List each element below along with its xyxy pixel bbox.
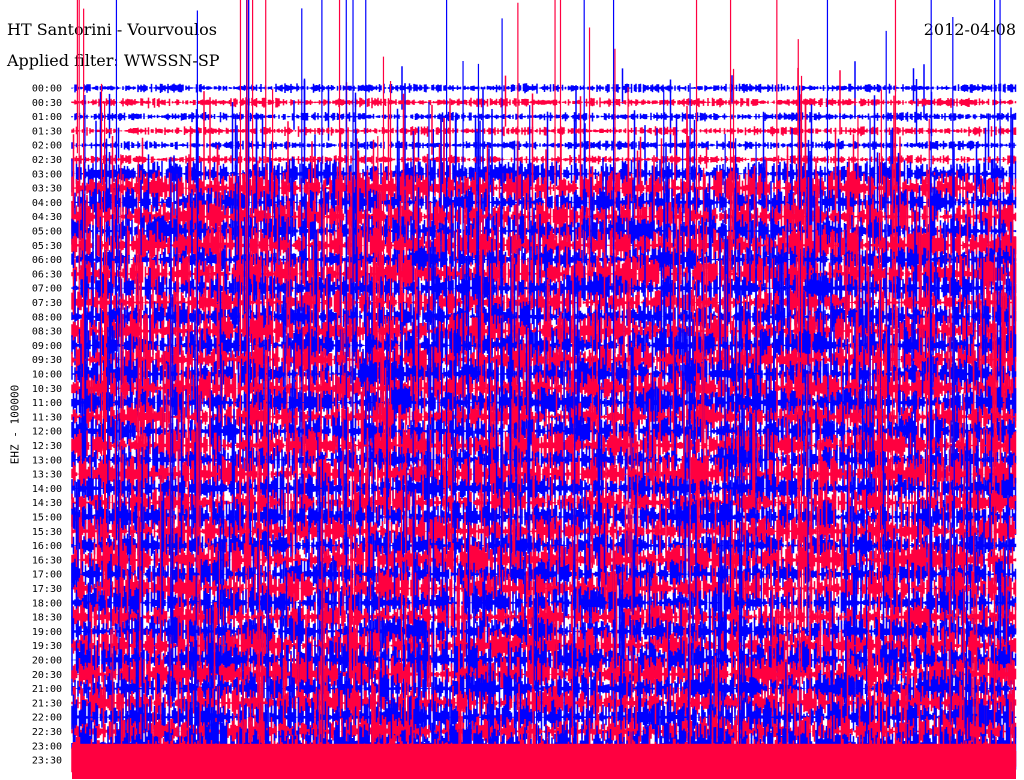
row-time-label: 12:00 bbox=[32, 427, 62, 438]
row-time-label: 13:00 bbox=[32, 455, 62, 466]
row-time-label: 17:30 bbox=[32, 584, 62, 595]
row-time-label: 14:30 bbox=[32, 498, 62, 509]
row-time-label: 03:30 bbox=[32, 184, 62, 195]
row-time-label: 19:30 bbox=[32, 641, 62, 652]
saturated-trace-band bbox=[72, 743, 1016, 779]
helicorder: HT Santorini - Vourvoulos Applied filter… bbox=[0, 0, 1024, 780]
row-time-label: 10:30 bbox=[32, 384, 62, 395]
row-time-label: 09:00 bbox=[32, 341, 62, 352]
row-time-label: 07:30 bbox=[32, 298, 62, 309]
seismogram-plot: 00:00 00:30 01:00 01:30 02:00 02:30 03:00 03:30… bbox=[32, 0, 1017, 779]
row-time-label: 04:30 bbox=[32, 212, 62, 223]
row-time-label: 11:30 bbox=[32, 412, 62, 423]
row-time-label: 04:00 bbox=[32, 198, 62, 209]
row-time-label: 19:00 bbox=[32, 627, 62, 638]
row-time-label: 16:00 bbox=[32, 541, 62, 552]
row-time-label: 02:00 bbox=[32, 141, 62, 152]
row-time-label: 14:00 bbox=[32, 484, 62, 495]
row-time-label: 13:30 bbox=[32, 470, 62, 481]
row-time-label: 07:00 bbox=[32, 284, 62, 295]
row-time-label: 22:30 bbox=[32, 727, 62, 738]
row-time-label: 00:00 bbox=[32, 84, 62, 95]
row-time-label: 08:00 bbox=[32, 312, 62, 323]
row-time-label: 09:30 bbox=[32, 355, 62, 366]
row-time-label: 06:00 bbox=[32, 255, 62, 266]
row-time-label: 06:30 bbox=[32, 269, 62, 280]
row-time-label: 18:00 bbox=[32, 598, 62, 609]
row-time-label: 20:00 bbox=[32, 656, 62, 667]
row-time-label: 21:30 bbox=[32, 698, 62, 709]
row-time-label: 15:00 bbox=[32, 513, 62, 524]
row-time-label: 01:30 bbox=[32, 126, 62, 137]
row-time-label: 22:00 bbox=[32, 713, 62, 724]
row-time-label: 02:30 bbox=[32, 155, 62, 166]
row-time-label: 20:30 bbox=[32, 670, 62, 681]
row-time-label: 21:00 bbox=[32, 684, 62, 695]
row-time-label: 16:30 bbox=[32, 555, 62, 566]
row-time-label: 05:00 bbox=[32, 227, 62, 238]
row-time-label: 03:00 bbox=[32, 169, 62, 180]
row-time-label: 15:30 bbox=[32, 527, 62, 538]
row-time-label: 23:00 bbox=[32, 741, 62, 752]
row-time-label: 23:30 bbox=[32, 756, 62, 767]
row-time-label: 01:00 bbox=[32, 112, 62, 123]
row-time-label: 11:00 bbox=[32, 398, 62, 409]
row-time-label: 18:30 bbox=[32, 613, 62, 624]
row-time-label: 12:30 bbox=[32, 441, 62, 452]
row-time-label: 17:00 bbox=[32, 570, 62, 581]
row-time-label: 08:30 bbox=[32, 327, 62, 338]
row-time-label: 05:30 bbox=[32, 241, 62, 252]
row-time-label: 10:00 bbox=[32, 370, 62, 381]
row-time-label: 00:30 bbox=[32, 98, 62, 109]
